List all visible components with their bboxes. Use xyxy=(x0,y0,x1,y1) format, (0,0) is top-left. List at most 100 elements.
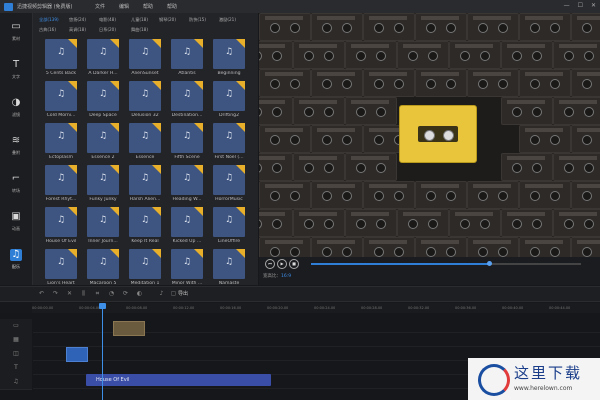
stop-icon[interactable]: ■ xyxy=(289,259,299,269)
playhead-handle[interactable] xyxy=(99,303,106,309)
music-tile[interactable]: ♫ xyxy=(45,39,77,69)
music-tile[interactable]: ♫ xyxy=(171,207,203,237)
music-tile[interactable]: ♫ xyxy=(87,207,119,237)
music-tile[interactable]: ♫ xyxy=(87,249,119,279)
video-clip[interactable] xyxy=(66,347,88,362)
category-item[interactable]: 儿童(18) xyxy=(131,17,148,23)
music-tile[interactable]: ♫ xyxy=(129,39,161,69)
sidebar-item-animation[interactable]: ▣ 动画 xyxy=(0,207,32,237)
category-item[interactable]: 舞曲(18) xyxy=(131,27,148,33)
music-tile[interactable]: ♫ xyxy=(213,39,245,69)
minimize-button[interactable]: — xyxy=(564,2,570,9)
music-title: Harsh Alien... xyxy=(129,197,161,202)
microphone-icon[interactable]: ♪ xyxy=(158,290,165,297)
sidebar-item-music[interactable]: ♫ 配乐 xyxy=(0,245,32,275)
track-header-video: ▭ xyxy=(0,319,32,334)
timeline-ruler[interactable]: 00:00:00.00 00:00:04.00 00:00:08.00 00:00:1… xyxy=(32,303,600,313)
category-item[interactable]: 防快(15) xyxy=(189,17,206,23)
category-all[interactable]: 全部(139) xyxy=(39,17,59,23)
music-title: Atlantis xyxy=(178,71,196,76)
aspect-ratio-value[interactable]: 16:9 xyxy=(281,274,291,279)
music-tile[interactable]: ♫ xyxy=(87,81,119,111)
audio-clip[interactable]: House Of Evil xyxy=(86,374,271,386)
cassette-tape xyxy=(571,125,600,153)
music-tile[interactable]: ♫ xyxy=(213,249,245,279)
menu-edit[interactable]: 编辑 xyxy=(119,3,129,10)
cassette-tape xyxy=(501,97,553,125)
music-tile[interactable]: ♫ xyxy=(213,81,245,111)
image-clip[interactable] xyxy=(113,321,145,336)
cassette-tape xyxy=(397,41,449,69)
progress-handle[interactable] xyxy=(487,261,493,266)
sidebar-item-filter[interactable]: ◑ 滤镜 xyxy=(0,93,32,123)
cassette-tape xyxy=(501,153,553,181)
music-tile[interactable]: ♫ xyxy=(171,249,203,279)
delete-icon[interactable]: ✕ xyxy=(66,290,73,297)
music-tile[interactable]: ♫ xyxy=(213,123,245,153)
maximize-button[interactable]: ☐ xyxy=(578,2,583,9)
music-tile[interactable]: ♫ xyxy=(45,249,77,279)
menu-file[interactable]: 文件 xyxy=(95,3,105,10)
sidebar-item-material[interactable]: ▭ 素材 xyxy=(0,17,32,47)
export-icon[interactable]: ▢ xyxy=(170,290,177,297)
sidebar-item-label: 文字 xyxy=(12,74,20,79)
redo-icon[interactable]: ↷ xyxy=(52,290,59,297)
cassette-tape xyxy=(311,69,363,97)
premium-badge xyxy=(194,123,203,132)
music-tile[interactable]: ♫ xyxy=(45,123,77,153)
split-icon[interactable]: ⫼ xyxy=(80,290,87,297)
playhead[interactable] xyxy=(102,303,103,400)
music-tile[interactable]: ♫ xyxy=(87,123,119,153)
sidebar-item-overlay[interactable]: ≋ 叠附 xyxy=(0,131,32,161)
music-tile[interactable]: ♫ xyxy=(45,165,77,195)
speed-icon[interactable]: ◔ xyxy=(108,290,115,297)
category-item[interactable]: 钢琴(20) xyxy=(159,17,176,23)
undo-icon[interactable]: ↶ xyxy=(38,290,45,297)
music-tile[interactable]: ♫ xyxy=(45,207,77,237)
music-note-icon: ♫ xyxy=(99,131,108,141)
music-tile[interactable]: ♫ xyxy=(129,123,161,153)
music-tile[interactable]: ♫ xyxy=(213,207,245,237)
category-item[interactable]: 高调(18) xyxy=(69,27,86,33)
export-button[interactable]: 导出 xyxy=(178,290,188,297)
close-button[interactable]: ✕ xyxy=(591,2,596,9)
cassette-tape xyxy=(415,13,467,41)
music-tile[interactable]: ♫ xyxy=(171,123,203,153)
category-item[interactable]: 日系(20) xyxy=(99,27,116,33)
music-tile[interactable]: ♫ xyxy=(129,81,161,111)
category-item[interactable]: 悠扬(24) xyxy=(69,17,86,23)
sidebar-item-transition[interactable]: ⌐ 转场 xyxy=(0,169,32,199)
cassette-tape xyxy=(449,209,501,237)
music-tile[interactable]: ♫ xyxy=(87,39,119,69)
music-tile[interactable]: ♫ xyxy=(171,39,203,69)
color-icon[interactable]: ◐ xyxy=(136,290,143,297)
menu-help-2[interactable]: 帮助 xyxy=(167,3,177,10)
playback-progress[interactable] xyxy=(311,261,581,266)
text-icon: T xyxy=(12,59,20,70)
rotate-icon[interactable]: ⟳ xyxy=(122,290,129,297)
previous-icon[interactable]: ⏮ xyxy=(265,259,275,269)
sidebar-item-text[interactable]: T 文字 xyxy=(0,55,32,85)
premium-badge xyxy=(236,249,245,258)
music-note-icon: ♫ xyxy=(99,89,108,99)
music-tile[interactable]: ♫ xyxy=(129,249,161,279)
music-tile[interactable]: ♫ xyxy=(171,165,203,195)
category-item[interactable]: 激励(21) xyxy=(219,17,236,23)
premium-badge xyxy=(236,207,245,216)
music-tile[interactable]: ♫ xyxy=(45,81,77,111)
premium-badge xyxy=(152,207,161,216)
music-tile[interactable]: ♫ xyxy=(129,165,161,195)
crop-icon[interactable]: ⌗ xyxy=(94,290,101,297)
premium-badge xyxy=(68,39,77,48)
filter-icon: ◑ xyxy=(11,97,21,108)
music-tile[interactable]: ♫ xyxy=(171,81,203,111)
category-item[interactable]: 古典(16) xyxy=(39,27,56,33)
music-tile[interactable]: ♫ xyxy=(87,165,119,195)
music-tile[interactable]: ♫ xyxy=(129,207,161,237)
menu-help[interactable]: 帮助 xyxy=(143,3,153,10)
music-tile[interactable]: ♫ xyxy=(213,165,245,195)
music-note-icon: ♫ xyxy=(57,47,66,57)
play-button[interactable]: ▶ xyxy=(277,259,287,269)
category-item[interactable]: 电影(48) xyxy=(99,17,116,23)
cassette-tape xyxy=(363,69,415,97)
